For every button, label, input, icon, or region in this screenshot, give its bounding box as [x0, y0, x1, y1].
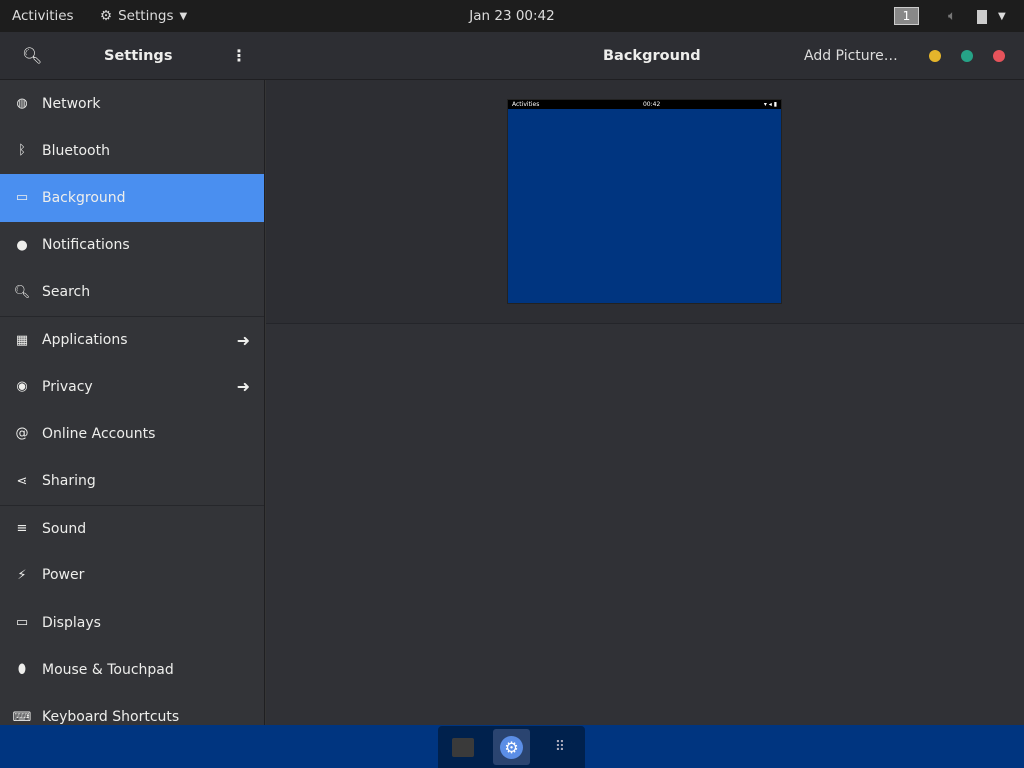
- preview-clock: 00:42: [642, 101, 661, 108]
- sidebar-item-keyboard-shortcuts[interactable]: ⌨ Keyboard Shortcuts: [0, 693, 264, 725]
- app-menu[interactable]: ⚙ Settings ▼: [100, 8, 187, 24]
- settings-app-icon[interactable]: ⚙: [493, 729, 530, 765]
- sidebar-item-label: Notifications: [42, 237, 130, 254]
- privacy-icon: ◉: [16, 379, 28, 395]
- content-area: Activities 00:42 ▾ ◂ ▮: [266, 80, 1024, 725]
- network-icon: ◍: [16, 96, 28, 112]
- sidebar-item-label: Sharing: [42, 473, 96, 490]
- sidebar-item-mouse-touchpad[interactable]: ⬮ Mouse & Touchpad: [0, 646, 264, 693]
- add-picture-button[interactable]: Add Picture…: [804, 48, 898, 64]
- maximize-button[interactable]: [961, 49, 973, 62]
- search-icon: 🔍︎: [13, 284, 31, 300]
- dash: ⚙ ⠿: [438, 726, 585, 768]
- sidebar-item-label: Power: [42, 567, 85, 584]
- sidebar-item-label: Sound: [42, 520, 87, 537]
- sharing-icon: ⋖: [16, 473, 28, 489]
- sidebar-item-network[interactable]: ◍ Network: [0, 80, 264, 127]
- minimize-button[interactable]: [929, 49, 941, 62]
- preview-activities: Activities: [512, 101, 540, 108]
- gear-icon: ⚙: [100, 8, 113, 24]
- sidebar-item-label: Network: [42, 95, 101, 112]
- sidebar: ◍ Network ᛒ Bluetooth ▭ Background ● Notificati…: [0, 80, 265, 725]
- sidebar-item-bluetooth[interactable]: ᛒ Bluetooth: [0, 127, 264, 174]
- show-applications-icon[interactable]: ⠿: [542, 729, 579, 765]
- sidebar-item-notifications[interactable]: ● Notifications: [0, 222, 264, 269]
- sidebar-item-label: Keyboard Shortcuts: [42, 709, 180, 725]
- online-accounts-icon: @: [15, 426, 29, 442]
- sidebar-item-label: Online Accounts: [42, 425, 156, 442]
- sidebar-title: Settings: [104, 47, 173, 64]
- bluetooth-icon: ᛒ: [18, 143, 26, 159]
- notifications-icon: ●: [16, 237, 28, 253]
- activities-button[interactable]: Activities: [12, 8, 74, 24]
- sidebar-item-background[interactable]: ▭ Background: [0, 174, 264, 222]
- workspace-indicator[interactable]: 1: [894, 7, 919, 25]
- mouse-icon: ⬮: [17, 662, 27, 678]
- chevron-down-icon: ▼: [179, 10, 188, 22]
- sidebar-item-search[interactable]: 🔍︎ Search: [0, 269, 264, 316]
- background-icon: ▭: [15, 190, 29, 206]
- top-bar: Activities ⚙ Settings ▼ Jan 23 00:42 1 🔈︎ …: [0, 0, 1024, 32]
- sidebar-item-online-accounts[interactable]: @ Online Accounts: [0, 410, 264, 457]
- volume-icon[interactable]: 🔈︎: [948, 8, 956, 24]
- applications-icon: ▦: [15, 332, 29, 348]
- header-bar: 🔍︎ Settings ⋮ Background Add Picture…: [0, 32, 1024, 80]
- sidebar-item-sound[interactable]: ≡ Sound: [0, 504, 264, 552]
- terminal-app-icon[interactable]: [444, 729, 481, 765]
- background-preview-area: Activities 00:42 ▾ ◂ ▮: [266, 80, 1024, 324]
- page-title: Background: [603, 47, 701, 64]
- preview-status-icons: ▾ ◂ ▮: [763, 101, 777, 108]
- power-icon: ⚡: [17, 567, 27, 583]
- sidebar-item-power[interactable]: ⚡ Power: [0, 552, 264, 599]
- sidebar-item-label: Background: [42, 189, 126, 206]
- sidebar-item-label: Privacy: [42, 378, 93, 395]
- sidebar-item-label: Mouse & Touchpad: [42, 661, 174, 678]
- sidebar-item-displays[interactable]: ▭ Displays: [0, 599, 264, 646]
- system-menu-arrow-icon[interactable]: ▼: [998, 11, 1006, 22]
- sidebar-item-label: Displays: [42, 614, 101, 631]
- sidebar-item-label: Applications: [42, 332, 128, 349]
- search-button[interactable]: 🔍︎: [22, 46, 42, 65]
- arrow-right-icon: ➜: [236, 330, 250, 350]
- keyboard-icon: ⌨: [12, 709, 32, 725]
- sound-icon: ≡: [16, 521, 28, 537]
- background-preview[interactable]: Activities 00:42 ▾ ◂ ▮: [507, 99, 782, 304]
- settings-window: 🔍︎ Settings ⋮ Background Add Picture… ◍ N…: [0, 32, 1024, 725]
- battery-icon[interactable]: [977, 10, 987, 24]
- sidebar-item-label: Search: [42, 284, 91, 301]
- app-menu-label: Settings: [118, 8, 174, 24]
- close-button[interactable]: [993, 49, 1005, 62]
- sidebar-item-applications[interactable]: ▦ Applications ➜: [0, 315, 264, 363]
- preview-top-bar: Activities 00:42 ▾ ◂ ▮: [508, 100, 781, 109]
- sidebar-item-sharing[interactable]: ⋖ Sharing: [0, 458, 264, 505]
- displays-icon: ▭: [15, 615, 29, 631]
- arrow-right-icon: ➜: [236, 377, 250, 397]
- sidebar-item-privacy[interactable]: ◉ Privacy ➜: [0, 363, 264, 410]
- sidebar-item-label: Bluetooth: [42, 142, 110, 159]
- menu-button[interactable]: ⋮: [231, 46, 247, 65]
